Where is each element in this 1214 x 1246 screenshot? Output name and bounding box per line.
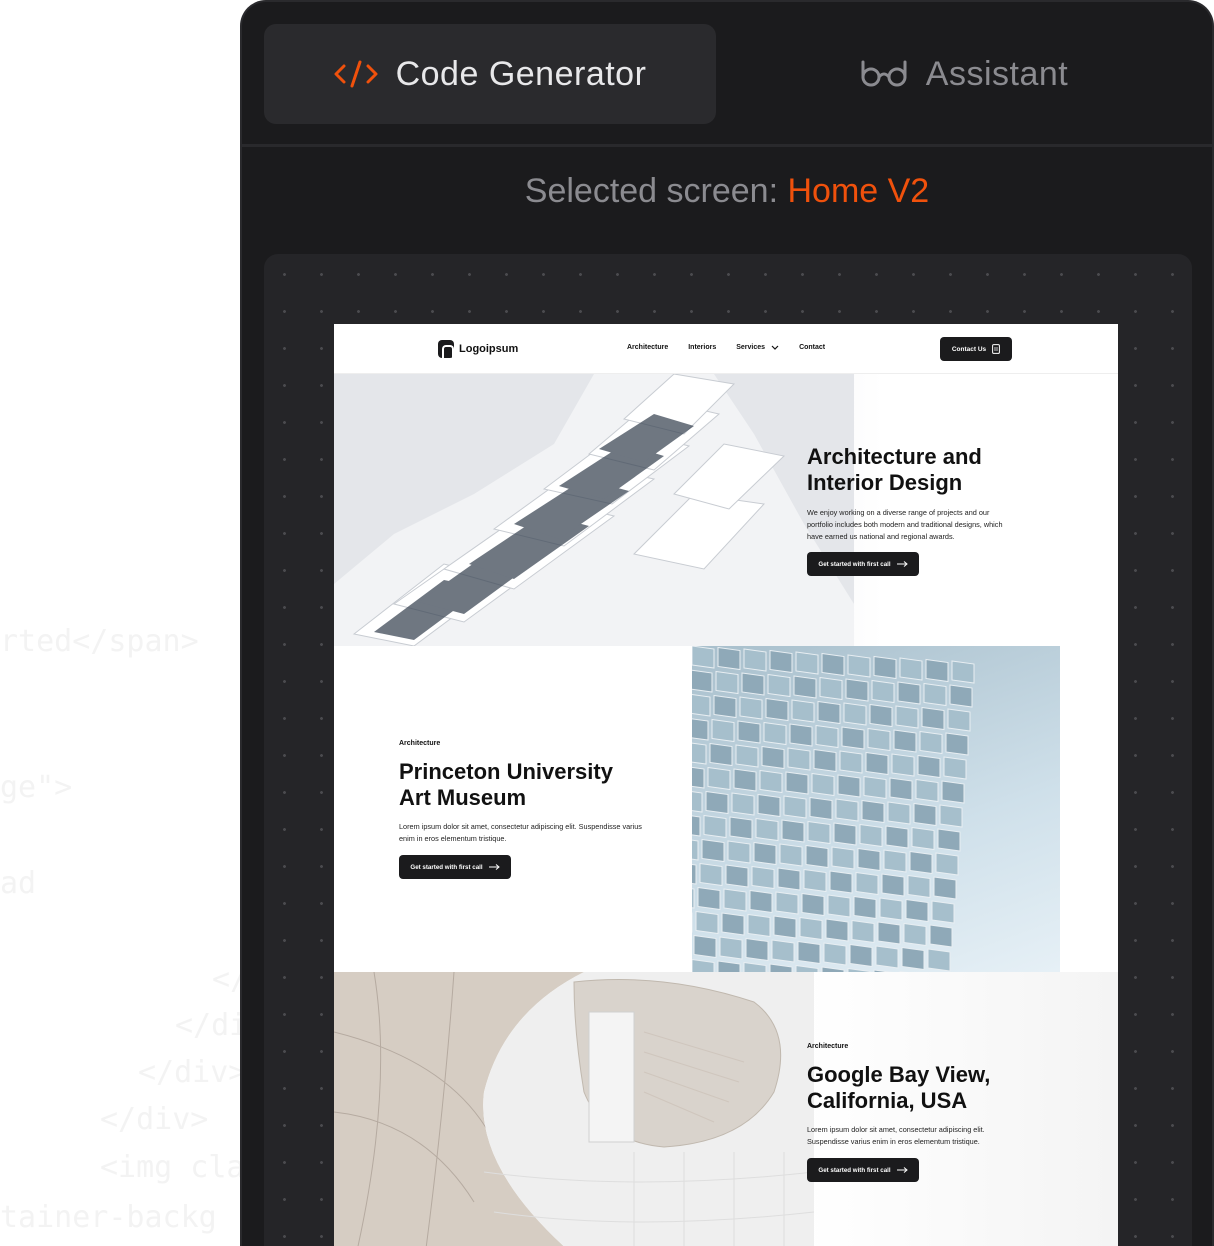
site-logo[interactable]: Logoipsum bbox=[438, 340, 519, 360]
document-icon bbox=[992, 344, 1001, 354]
feature-category: Architecture bbox=[807, 1043, 849, 1050]
contact-us-button[interactable]: Contact Us bbox=[940, 337, 1012, 361]
glass-building-image bbox=[692, 646, 1060, 972]
nav-architecture[interactable]: Architecture bbox=[627, 344, 668, 351]
nav-services-label: Services bbox=[736, 344, 766, 351]
nav-contact[interactable]: Contact bbox=[799, 344, 825, 351]
feature-cta-button[interactable]: Get started with first call bbox=[399, 855, 511, 879]
code-line: tainer-backg bbox=[0, 1200, 217, 1235]
glasses-icon bbox=[860, 59, 908, 89]
tab-label: Assistant bbox=[925, 54, 1069, 93]
code-line: rted</span> bbox=[0, 624, 199, 659]
tab-label: Code Generator bbox=[395, 54, 647, 93]
code-line: <img cla bbox=[100, 1150, 245, 1185]
nav-services[interactable]: Services bbox=[736, 344, 779, 351]
code-line: ge"> bbox=[0, 770, 73, 805]
arrow-right-icon bbox=[896, 1167, 908, 1173]
hero-cta-label: Get started with first call bbox=[818, 560, 891, 568]
selected-label: Selected screen: bbox=[524, 172, 779, 210]
feature-section-princeton: Architecture Princeton University Art Mu… bbox=[334, 646, 1118, 972]
feature-category: Architecture bbox=[399, 740, 441, 747]
feature-section-google: Architecture Google Bay View, California… bbox=[334, 972, 1118, 1246]
hero-title: Architecture and Interior Design bbox=[807, 444, 982, 495]
tab-code-generator[interactable]: Code Generator bbox=[264, 24, 716, 124]
contact-us-label: Contact Us bbox=[951, 345, 987, 353]
code-line: ad bbox=[0, 866, 37, 901]
feature-description: Lorem ipsum dolor sit amet, consectetur … bbox=[807, 1125, 985, 1146]
website-preview[interactable]: Logoipsum Architecture Interiors Service… bbox=[334, 324, 1118, 1246]
feature-cta-label: Get started with first call bbox=[818, 1166, 891, 1174]
tab-assistant[interactable]: Assistant bbox=[734, 24, 1194, 124]
selected-screen: Selected screen: Home V2 bbox=[242, 172, 1212, 211]
code-generator-panel: Code Generator Assistant Selected screen… bbox=[240, 0, 1214, 1246]
arrow-right-icon bbox=[896, 561, 908, 567]
feature-cta-label: Get started with first call bbox=[410, 863, 483, 871]
hero-cta-button[interactable]: Get started with first call bbox=[807, 552, 919, 576]
hero-description: We enjoy working on a diverse range of p… bbox=[807, 508, 1003, 541]
hero-building-image bbox=[334, 374, 854, 646]
feature-title: Princeton University Art Museum bbox=[399, 759, 613, 810]
site-menu: Architecture Interiors Services Contact bbox=[627, 344, 825, 351]
curved-building-image bbox=[334, 972, 814, 1246]
feature-cta-button[interactable]: Get started with first call bbox=[807, 1158, 919, 1182]
code-line: </div> bbox=[138, 1055, 247, 1090]
chevron-down-icon bbox=[771, 345, 779, 350]
logo-text: Logoipsum bbox=[459, 343, 519, 355]
site-navbar: Logoipsum Architecture Interiors Service… bbox=[334, 324, 1118, 374]
feature-description: Lorem ipsum dolor sit amet, consectetur … bbox=[399, 822, 642, 843]
divider bbox=[242, 144, 1212, 147]
hero-section: Architecture and Interior Design We enjo… bbox=[334, 374, 1118, 646]
arrow-right-icon bbox=[488, 864, 500, 870]
logo-icon bbox=[438, 340, 454, 360]
background-code: </span> </div> </div> </div> <img cla ta… bbox=[0, 0, 260, 1246]
code-line: </div> bbox=[100, 1102, 209, 1137]
code-icon bbox=[334, 59, 378, 89]
selected-screen-name[interactable]: Home V2 bbox=[787, 172, 929, 210]
feature-title: Google Bay View, California, USA bbox=[807, 1062, 991, 1113]
nav-interiors[interactable]: Interiors bbox=[688, 344, 716, 351]
tab-bar: Code Generator Assistant bbox=[264, 24, 1194, 124]
preview-canvas: Logoipsum Architecture Interiors Service… bbox=[264, 254, 1192, 1246]
